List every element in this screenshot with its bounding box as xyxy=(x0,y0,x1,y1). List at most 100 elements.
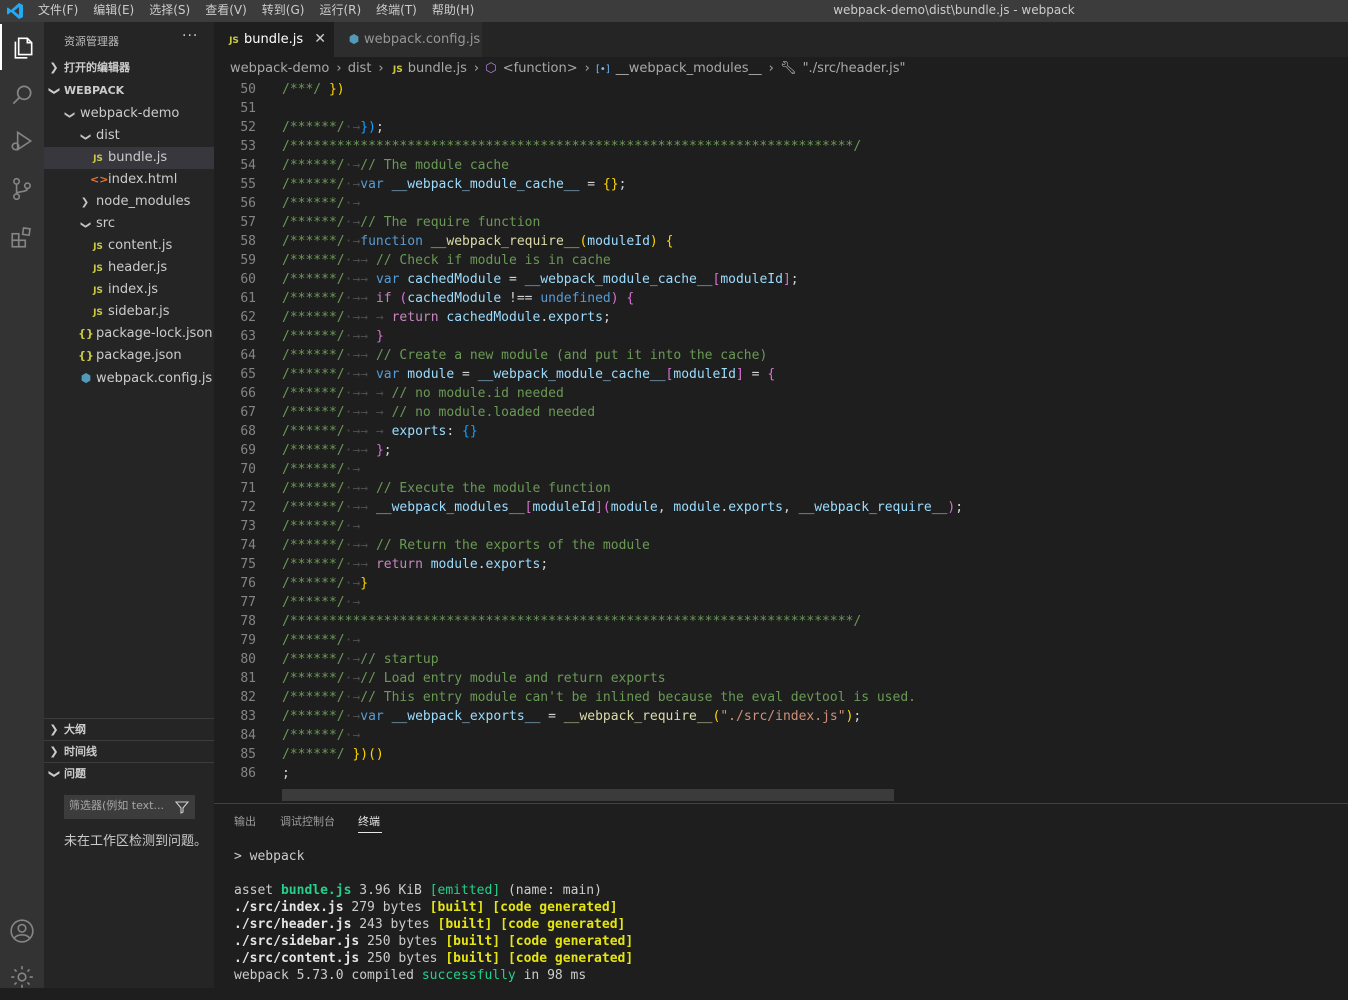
chevron-down-icon: ❯ xyxy=(80,220,91,230)
chevron-down-icon: ❯ xyxy=(80,132,91,142)
horizontal-scrollbar[interactable] xyxy=(282,789,894,801)
extensions-button[interactable] xyxy=(0,214,44,260)
close-icon[interactable]: ✕ xyxy=(314,22,326,57)
more-actions-icon[interactable]: ··· xyxy=(182,28,198,44)
breadcrumb-item[interactable]: webpack-demo xyxy=(230,61,329,76)
code-token: /******/ xyxy=(282,367,345,382)
code-line: 67 /******/·→→ → // no module.loaded need… xyxy=(214,403,1348,422)
breadcrumb-item[interactable]: <function> xyxy=(503,61,578,76)
accounts-button[interactable] xyxy=(0,908,44,954)
code-token: __webpack_require__ xyxy=(798,500,948,515)
tree-item[interactable]: <>index.html xyxy=(44,169,214,191)
code-token: if xyxy=(375,291,400,306)
code-token: } xyxy=(360,576,369,591)
code-line: 57 /******/·→// The require function xyxy=(214,213,1348,232)
code-token: /******/ xyxy=(282,462,345,477)
activity-bar xyxy=(0,22,44,988)
terminal-token: asset xyxy=(234,883,281,898)
terminal-token: [built] xyxy=(445,934,501,949)
line-content: /******/·→→ // Return the exports of the… xyxy=(282,536,650,555)
code-token: /******/ xyxy=(282,443,345,458)
line-content: /******/·→→ return module.exports; xyxy=(282,555,548,574)
tree-item[interactable]: ❯ dist xyxy=(44,125,214,147)
workspace-section[interactable]: ❯ WEBPACK xyxy=(44,80,214,102)
code-token: cachedModule xyxy=(407,272,502,287)
code-editor[interactable]: 50/***/ }) 51 52/******/·→}); 53/**********… xyxy=(214,81,1348,803)
run-debug-button[interactable] xyxy=(0,118,44,164)
tree-item[interactable]: ❯ node_modules xyxy=(44,191,214,213)
explorer-button[interactable] xyxy=(0,24,44,70)
breadcrumb-item[interactable]: dist xyxy=(348,61,372,76)
tree-item[interactable]: JS bundle.js xyxy=(44,147,214,169)
tree-item[interactable]: ❯ src xyxy=(44,213,214,235)
tree-item[interactable]: JS header.js xyxy=(44,257,214,279)
no-problems-message: 未在工作区检测到问题。 xyxy=(64,834,208,849)
code-line: 63 /******/·→→ } xyxy=(214,327,1348,346)
breadcrumb-item[interactable]: bundle.js xyxy=(408,61,467,76)
code-token: ·→ xyxy=(344,462,361,477)
code-line: 65 /******/·→→ var module = __webpack_mod… xyxy=(214,365,1348,384)
editor-tabs: JS bundle.js ✕ ⬢ webpack.config.js xyxy=(214,22,1348,57)
tab-webpack-config[interactable]: ⬢ webpack.config.js xyxy=(334,22,482,57)
tree-item[interactable]: JS index.js xyxy=(44,279,214,301)
search-button[interactable] xyxy=(0,72,44,118)
line-content: /******/·→→ } xyxy=(282,327,384,346)
code-token: exports xyxy=(391,424,447,439)
breadcrumb-item[interactable]: "./src/header.js" xyxy=(803,61,906,76)
code-token: ·→ xyxy=(344,177,361,192)
code-token: ·→→ xyxy=(344,481,376,496)
open-editors-section[interactable]: ❯ 打开的编辑器 xyxy=(44,57,214,79)
code-token: /******/ xyxy=(282,234,345,249)
code-token: // Execute the module function xyxy=(375,481,611,496)
tab-terminal[interactable]: 终端 xyxy=(358,813,380,829)
breadcrumb-item[interactable]: __webpack_modules__ xyxy=(616,61,762,76)
tree-item[interactable]: ⬢ webpack.config.js xyxy=(44,367,214,389)
terminal-token: [code generated] xyxy=(507,951,634,966)
code-token: ·→→ xyxy=(344,367,376,382)
search-icon xyxy=(12,85,32,105)
chevron-down-icon: ❯ xyxy=(48,86,61,96)
code-line: 60 /******/·→→ var cachedModule = __webpa… xyxy=(214,270,1348,289)
tree-item[interactable]: {} package-lock.json xyxy=(44,323,214,345)
tree-item[interactable]: ❯ webpack-demo xyxy=(44,103,214,125)
code-line: 62 /******/·→→ → return cachedModule.expo… xyxy=(214,308,1348,327)
tab-output[interactable]: 输出 xyxy=(234,813,256,829)
code-token: __webpack_module_cache__ xyxy=(477,367,666,382)
cube-icon: ⬡ xyxy=(485,61,497,76)
code-token: { xyxy=(665,234,674,249)
filter-icon[interactable] xyxy=(174,799,190,815)
line-content: /******/·→function __webpack_require__(m… xyxy=(282,232,673,251)
problems-filter-input[interactable] xyxy=(69,799,169,812)
code-token: () xyxy=(368,747,384,762)
tree-item[interactable]: JS content.js xyxy=(44,235,214,257)
terminal-line: ./src/header.js 243 bytes [built] [code … xyxy=(234,916,625,933)
tab-bundle-js[interactable]: JS bundle.js ✕ xyxy=(214,22,334,57)
line-number: 77 xyxy=(240,595,256,610)
outline-section[interactable]: ❯ 大纲 xyxy=(44,719,214,741)
code-token: }) xyxy=(328,82,345,97)
tab-debug-console[interactable]: 调试控制台 xyxy=(280,813,335,829)
terminal-token: [code generated] xyxy=(507,934,634,949)
code-token: = xyxy=(454,367,478,382)
timeline-section[interactable]: ❯ 时间线 xyxy=(44,741,214,763)
code-line: 71 /******/·→→ // Execute the module func… xyxy=(214,479,1348,498)
json-file-icon: {} xyxy=(78,349,94,362)
code-token: {} xyxy=(462,424,478,439)
source-control-button[interactable] xyxy=(0,166,44,212)
line-content: /******/·→→ → return cachedModule.export… xyxy=(282,308,611,327)
code-token: { xyxy=(767,367,776,382)
terminal-token: in 98 ms xyxy=(515,968,587,983)
code-line: 52 /******/·→}); xyxy=(214,118,1348,137)
settings-button[interactable] xyxy=(0,954,44,1000)
problems-section[interactable]: ❯ 问题 xyxy=(44,763,214,785)
code-token: cachedModule xyxy=(446,310,541,325)
line-content: /******/·→→ // Execute the module functi… xyxy=(282,479,611,498)
code-token: cachedModule xyxy=(407,291,502,306)
active-tab-indicator xyxy=(358,832,382,833)
code-token: ·→→ → xyxy=(344,405,392,420)
tree-item[interactable]: {} package.json xyxy=(44,345,214,367)
terminal-token: [built] xyxy=(437,917,493,932)
terminal-token: [built] xyxy=(429,900,485,915)
tree-item[interactable]: JS sidebar.js xyxy=(44,301,214,323)
